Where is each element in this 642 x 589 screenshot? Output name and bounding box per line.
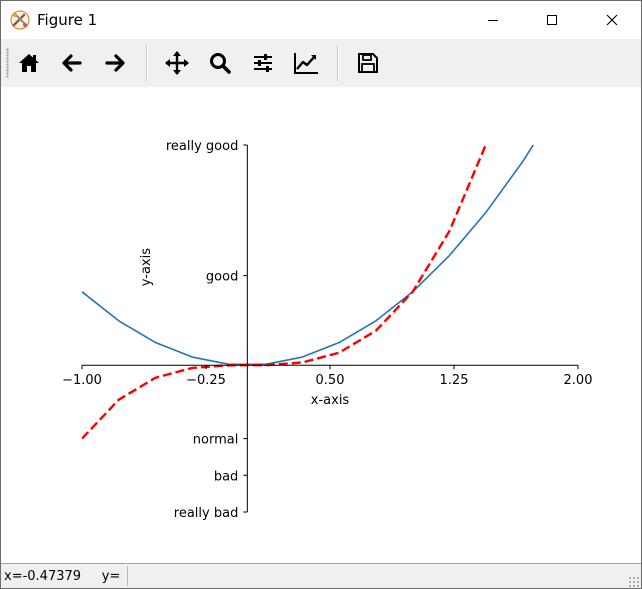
home-icon (17, 51, 41, 75)
y-tick-label: really bad (174, 506, 239, 521)
floppy-disk-icon (357, 52, 379, 74)
matplotlib-tools-icon (10, 10, 30, 30)
forward-button[interactable] (99, 47, 131, 79)
save-button[interactable] (352, 47, 384, 79)
x-tick-label: 2.00 (564, 373, 593, 388)
sliders-icon (251, 51, 275, 75)
configure-subplots-button[interactable] (247, 47, 279, 79)
line-chart-icon (293, 51, 319, 75)
maximize-button[interactable] (529, 1, 575, 39)
toolbar-separator (146, 45, 148, 81)
x-axis-label: x-axis (311, 393, 350, 408)
move-icon (164, 50, 190, 76)
figure-window: Figure 1 −1.00 −0.25 0.50 1.25 2.00 real… (0, 0, 642, 589)
x-tick-label: 0.50 (316, 373, 345, 388)
y-axis-label: y-axis (139, 248, 154, 286)
minimize-button[interactable] (470, 1, 516, 39)
close-icon (606, 14, 618, 26)
y-tick-label: really good (166, 139, 238, 154)
window-title: Figure 1 (37, 11, 98, 29)
arrow-right-icon (103, 51, 127, 75)
back-button[interactable] (56, 47, 88, 79)
resize-grip[interactable] (628, 576, 639, 587)
x-tick-label: −0.25 (186, 373, 226, 388)
y-tick-label: normal (193, 433, 239, 448)
cursor-coordinates: x=-0.47379 y= (4, 569, 121, 584)
figure-canvas[interactable]: −1.00 −0.25 0.50 1.25 2.00 really bad bad norma… (1, 87, 641, 561)
plot-svg[interactable]: −1.00 −0.25 0.50 1.25 2.00 really bad bad norma… (1, 87, 641, 561)
minimize-icon (487, 14, 499, 26)
x-tick-label: 1.25 (440, 373, 469, 388)
pan-button[interactable] (161, 47, 193, 79)
zoom-button[interactable] (204, 47, 236, 79)
maximize-icon (546, 14, 558, 26)
toolbar-separator (337, 45, 339, 81)
home-button[interactable] (13, 47, 45, 79)
series-line-0 (82, 145, 535, 366)
y-tick-label: bad (214, 469, 238, 484)
edit-axes-button[interactable] (290, 47, 322, 79)
status-divider (127, 566, 128, 586)
navigation-toolbar (1, 39, 641, 87)
title-bar[interactable]: Figure 1 (1, 1, 641, 39)
arrow-left-icon (60, 51, 84, 75)
x-tick-label: −1.00 (62, 373, 102, 388)
status-bar: x=-0.47379 y= (1, 563, 641, 588)
magnifier-icon (208, 51, 232, 75)
close-button[interactable] (589, 1, 635, 39)
y-tick-label: good (206, 270, 238, 285)
toolbar-grip[interactable] (6, 48, 9, 78)
